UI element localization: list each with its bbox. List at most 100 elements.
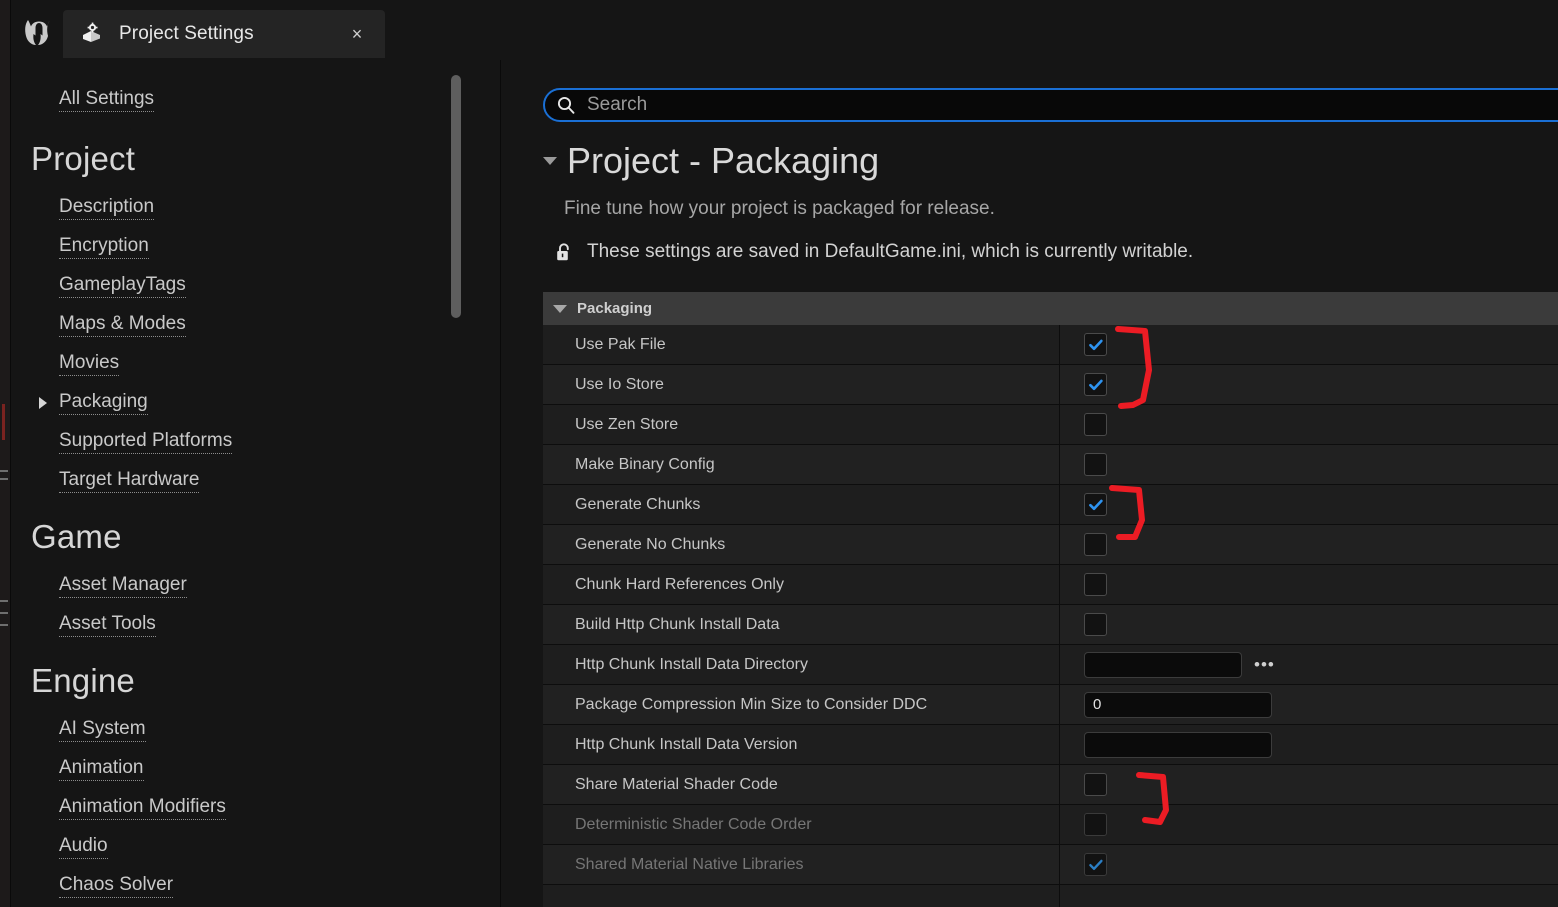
- sidebar-item-audio[interactable]: Audio: [59, 835, 108, 859]
- sidebar-item-asset-manager[interactable]: Asset Manager: [59, 574, 187, 598]
- close-icon[interactable]: ×: [347, 24, 367, 44]
- row-value: [1059, 365, 1558, 404]
- page-title: Project - Packaging: [567, 140, 880, 181]
- bg-tick-2: [0, 478, 8, 480]
- unreal-engine-logo-icon: [19, 12, 59, 52]
- row-value: [1059, 765, 1558, 804]
- sidebar-item-asset-tools[interactable]: Asset Tools: [59, 613, 156, 637]
- browse-ellipsis-button[interactable]: •••: [1254, 656, 1275, 673]
- chevron-down-icon[interactable]: [543, 157, 557, 165]
- checkbox-chunk-hard-references-only[interactable]: [1084, 573, 1107, 596]
- sidebar-item-all-settings[interactable]: All Settings: [59, 88, 155, 112]
- sidebar-item-animation[interactable]: Animation: [59, 757, 144, 781]
- page-note-row: These settings are saved in DefaultGame.…: [553, 240, 1193, 264]
- table-row: Generate Chunks: [543, 485, 1558, 525]
- row-label: Package Compression Min Size to Consider…: [575, 695, 928, 713]
- sidebar-item-label: Description: [59, 196, 155, 220]
- row-label: Generate No Chunks: [575, 535, 726, 553]
- search-input[interactable]: [587, 94, 1558, 116]
- table-row: Chunk Hard References Only: [543, 565, 1558, 605]
- checkbox-use-pak-file[interactable]: [1084, 333, 1107, 356]
- checkbox-use-zen-store[interactable]: [1084, 413, 1107, 436]
- sidebar-item-chaos-solver[interactable]: Chaos Solver: [59, 874, 174, 898]
- checkbox-use-io-store[interactable]: [1084, 373, 1107, 396]
- sidebar-item-target-hardware[interactable]: Target Hardware: [59, 469, 200, 493]
- sidebar-item-label: Audio: [59, 835, 108, 859]
- table-row: Make Binary Config: [543, 445, 1558, 485]
- sidebar-item-label: Maps & Modes: [59, 313, 186, 337]
- search-bar[interactable]: [543, 88, 1558, 122]
- sidebar-item-encryption[interactable]: Encryption: [59, 235, 149, 259]
- tab-project-settings[interactable]: Project Settings ×: [63, 10, 385, 58]
- sidebar-item-maps-and-modes[interactable]: Maps & Modes: [59, 313, 186, 337]
- sidebar-item-description[interactable]: Description: [59, 196, 155, 220]
- sidebar-heading-project: Project: [31, 140, 136, 177]
- bg-tick-1: [0, 470, 8, 472]
- table-row: Share Material Shader Code: [543, 765, 1558, 805]
- table-row: Shared Material Native Libraries: [543, 845, 1558, 885]
- row-label: Build Http Chunk Install Data: [575, 615, 780, 633]
- checkbox-deterministic-shader-code-order: [1084, 813, 1107, 836]
- category-header-packaging[interactable]: Packaging: [543, 292, 1558, 325]
- project-settings-icon: [79, 21, 105, 47]
- row-label: Use Io Store: [575, 375, 664, 393]
- row-label: Deterministic Shader Code Order: [575, 815, 812, 833]
- sidebar-item-label: GameplayTags: [59, 274, 186, 298]
- checkbox-make-binary-config[interactable]: [1084, 453, 1107, 476]
- checkbox-generate-no-chunks[interactable]: [1084, 533, 1107, 556]
- row-value: [1059, 805, 1558, 844]
- chevron-right-icon[interactable]: [39, 397, 47, 409]
- row-value: 0: [1059, 685, 1558, 724]
- table-row-partial: [543, 885, 1558, 907]
- checkbox-generate-chunks[interactable]: [1084, 493, 1107, 516]
- row-value: [1059, 485, 1558, 524]
- row-value: [1059, 885, 1558, 907]
- sidebar-item-label: Asset Tools: [59, 613, 156, 637]
- checkbox-shared-material-native-libraries: [1084, 853, 1107, 876]
- bg-tick-5: [0, 624, 8, 626]
- sidebar-scrollbar-thumb[interactable]: [451, 75, 461, 318]
- sidebar-heading-engine: Engine: [31, 662, 135, 699]
- row-value: [1059, 565, 1558, 604]
- package-compression-min-size-field[interactable]: 0: [1084, 691, 1272, 718]
- modal-window: Project Settings × All Settings Project …: [10, 0, 1558, 907]
- table-row: Http Chunk Install Data Directory •••: [543, 645, 1558, 685]
- sidebar-item-ai-system[interactable]: AI System: [59, 718, 146, 742]
- row-value: [1059, 725, 1558, 764]
- http-chunk-install-data-version-field[interactable]: [1084, 731, 1272, 758]
- sidebar-item-label: Encryption: [59, 235, 149, 259]
- http-chunk-install-data-directory-field[interactable]: [1084, 651, 1242, 678]
- page-note: These settings are saved in DefaultGame.…: [587, 241, 1194, 262]
- sidebar-item-label: Chaos Solver: [59, 874, 174, 898]
- sidebar-item-movies[interactable]: Movies: [59, 352, 120, 376]
- table-row: Use Io Store: [543, 365, 1558, 405]
- bg-tick-3: [0, 600, 8, 602]
- sidebar-item-label: All Settings: [59, 88, 155, 112]
- page-title-row: Project - Packaging: [543, 140, 879, 182]
- row-value: [1059, 325, 1558, 364]
- table-row: Use Pak File: [543, 325, 1558, 365]
- project-settings-window: Project Settings × All Settings Project …: [0, 0, 1558, 907]
- sidebar-item-label: Supported Platforms: [59, 430, 233, 454]
- settings-main-panel: Project - Packaging Fine tune how your p…: [501, 60, 1558, 907]
- category-label: Packaging: [577, 300, 653, 317]
- unlock-icon: [553, 240, 575, 264]
- row-value: [1059, 605, 1558, 644]
- page-subtitle: Fine tune how your project is packaged f…: [564, 198, 995, 219]
- sidebar-item-supported-platforms[interactable]: Supported Platforms: [59, 430, 233, 454]
- table-row: Deterministic Shader Code Order: [543, 805, 1558, 845]
- sidebar-item-label: Packaging: [59, 391, 148, 415]
- table-row: Package Compression Min Size to Consider…: [543, 685, 1558, 725]
- row-label: Use Pak File: [575, 335, 666, 353]
- row-label: Http Chunk Install Data Version: [575, 735, 798, 753]
- row-label: Share Material Shader Code: [575, 775, 778, 793]
- sidebar-item-gameplaytags[interactable]: GameplayTags: [59, 274, 186, 298]
- checkbox-build-http-chunk-install-data[interactable]: [1084, 613, 1107, 636]
- checkbox-share-material-shader-code[interactable]: [1084, 773, 1107, 796]
- sidebar-item-animation-modifiers[interactable]: Animation Modifiers: [59, 796, 226, 820]
- sidebar-item-packaging[interactable]: Packaging: [59, 391, 148, 415]
- table-row: Generate No Chunks: [543, 525, 1558, 565]
- sidebar-item-label: Target Hardware: [59, 469, 200, 493]
- row-value: [1059, 445, 1558, 484]
- row-label: Make Binary Config: [575, 455, 715, 473]
